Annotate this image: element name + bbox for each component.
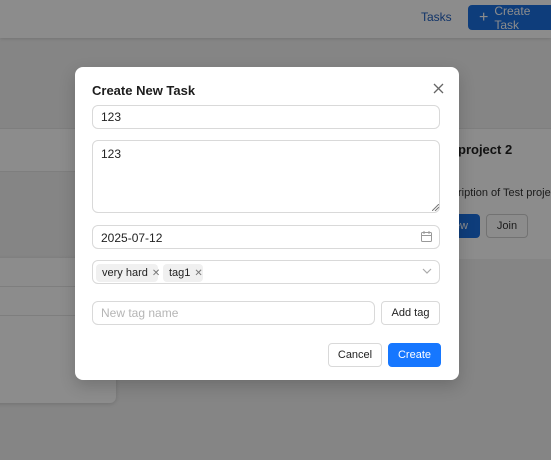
chevron-down-icon[interactable] xyxy=(422,268,432,275)
new-tag-input[interactable] xyxy=(92,301,375,325)
close-button[interactable] xyxy=(429,79,447,97)
task-title-input[interactable] xyxy=(92,105,440,129)
create-button[interactable]: Create xyxy=(388,343,441,367)
tag-remove-icon[interactable]: ✕ xyxy=(194,268,202,279)
tag-remove-icon[interactable]: ✕ xyxy=(152,268,160,279)
tag-chip: tag1 ✕ xyxy=(163,264,203,282)
due-date-value: 2025-07-12 xyxy=(101,231,163,245)
task-description-textarea[interactable]: 123 xyxy=(92,140,440,213)
close-icon xyxy=(433,83,443,93)
resize-grip-icon[interactable] xyxy=(432,204,439,211)
modal-title: Create New Task xyxy=(92,83,196,98)
calendar-icon[interactable] xyxy=(421,231,432,242)
create-task-modal: Create New Task 123 2025-07-12 very hard… xyxy=(75,67,459,380)
cancel-button[interactable]: Cancel xyxy=(328,343,382,367)
tags-select[interactable]: very hard ✕ tag1 ✕ xyxy=(92,260,440,284)
tag-chip-label: tag1 xyxy=(169,267,191,279)
tag-chip: very hard ✕ xyxy=(96,264,160,282)
tag-chip-label: very hard xyxy=(102,267,148,279)
due-date-picker[interactable]: 2025-07-12 xyxy=(92,225,440,249)
add-tag-button[interactable]: Add tag xyxy=(381,301,440,325)
